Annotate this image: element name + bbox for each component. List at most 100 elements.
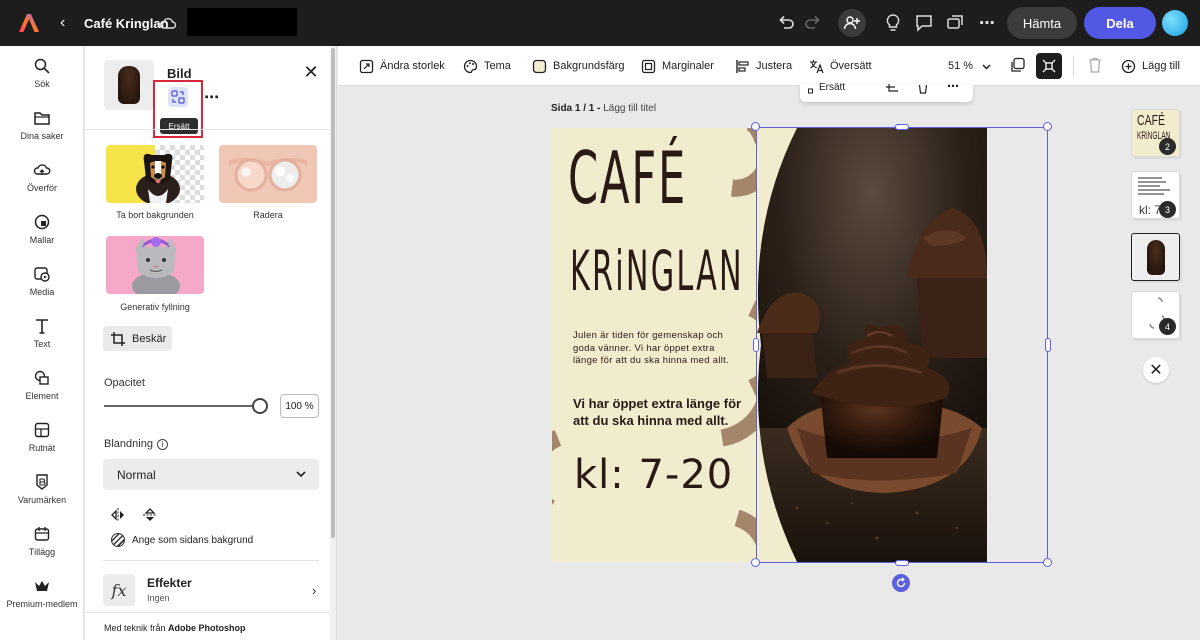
nav-item-grid[interactable]: Rutnät	[0, 421, 84, 471]
context-replace-button[interactable]: Ersätt	[819, 82, 845, 93]
blend-mode-select[interactable]: Normal	[103, 459, 319, 490]
resize-button[interactable]: Ändra storlek	[359, 57, 445, 75]
dog-image	[136, 153, 180, 203]
zoom-level[interactable]: 51 %	[948, 60, 973, 72]
more-options-icon[interactable]: ⋯	[976, 12, 998, 34]
left-navigation: Sök Dina saker Överför Mallar Media Text…	[0, 46, 84, 640]
sunglasses-image	[228, 158, 308, 192]
effects-title[interactable]: Effekter	[147, 576, 192, 590]
poster-title-line-1[interactable]: CAFÉ	[568, 138, 687, 218]
chevron-right-icon[interactable]: ›	[312, 583, 316, 598]
info-icon[interactable]: i	[157, 439, 168, 450]
resize-handle-left[interactable]	[753, 338, 759, 352]
nav-item-premium[interactable]: Premium-medlem	[0, 577, 84, 627]
divider	[85, 129, 337, 130]
present-icon[interactable]	[944, 12, 966, 34]
layers-icon[interactable]	[1010, 57, 1026, 73]
trash-icon[interactable]	[918, 84, 928, 94]
text-lines-graphic	[1138, 177, 1170, 195]
arrange-icon	[1042, 59, 1056, 73]
download-button[interactable]: Hämta	[1007, 7, 1077, 39]
chevron-down-icon[interactable]	[981, 61, 992, 72]
redo-icon[interactable]	[802, 12, 824, 34]
effects-icon[interactable]: fx	[103, 574, 135, 606]
user-avatar[interactable]	[1162, 10, 1188, 36]
translate-button[interactable]: Översätt	[809, 57, 872, 75]
resize-handle-top-right[interactable]	[1043, 122, 1052, 131]
page-label[interactable]: Sida 1 / 1 - Lägg till titel	[551, 103, 656, 114]
powered-by-note: Med teknik från Adobe Photoshop	[104, 623, 246, 633]
close-icon[interactable]: ✕	[303, 63, 319, 81]
more-options-icon[interactable]: ⋯	[204, 88, 220, 106]
replace-button[interactable]	[168, 87, 188, 107]
resize-handle-bottom[interactable]	[895, 560, 909, 566]
rotate-icon	[896, 577, 906, 588]
poster-opening-hours[interactable]: kl: 7-20	[574, 451, 733, 499]
erase-action[interactable]	[219, 145, 317, 203]
translate-icon	[810, 59, 824, 73]
remove-background-action[interactable]	[106, 145, 204, 203]
nav-label: Sök	[34, 79, 50, 89]
more-options-icon[interactable]: ⋯	[947, 79, 959, 93]
share-button[interactable]: Dela	[1084, 7, 1156, 39]
rotate-handle[interactable]	[892, 574, 910, 592]
arrange-button[interactable]	[1036, 53, 1062, 79]
divider	[103, 560, 319, 561]
background-color-button[interactable]: Bakgrundsfärg	[532, 57, 625, 75]
nav-item-upload[interactable]: Överför	[0, 161, 84, 211]
document-title[interactable]: Café Kringlan	[84, 16, 169, 31]
cat-image	[132, 237, 180, 294]
close-pages-panel-button[interactable]: ✕	[1143, 357, 1169, 383]
back-chevron-icon[interactable]: ‹	[60, 13, 72, 33]
page-number-badge: 2	[1159, 138, 1176, 155]
poster-body-text[interactable]: Julen är tiden för gemenskap och goda vä…	[573, 330, 733, 368]
generative-fill-action[interactable]	[106, 236, 204, 294]
nav-item-addons[interactable]: Tillägg	[0, 525, 84, 575]
margins-button[interactable]: Marginaler	[641, 57, 714, 75]
quick-action-label: Radera	[253, 210, 283, 220]
replace-icon[interactable]	[808, 85, 817, 94]
nav-item-your-stuff[interactable]: Dina saker	[0, 109, 84, 159]
nav-item-brands[interactable]: Varumärken	[0, 473, 84, 523]
poster-highlight-text[interactable]: Vi har öppet extra länge för att du ska …	[573, 396, 753, 429]
theme-button[interactable]: Tema	[463, 57, 511, 75]
panel-scrollbar-thumb[interactable]	[331, 48, 335, 538]
flip-horizontal-icon[interactable]	[110, 507, 126, 523]
resize-handle-bottom-right[interactable]	[1043, 558, 1052, 567]
opacity-slider-track[interactable]	[104, 405, 260, 407]
comment-icon[interactable]	[913, 12, 935, 34]
crop-icon	[111, 331, 125, 346]
resize-handle-bottom-left[interactable]	[751, 558, 760, 567]
opacity-slider-thumb[interactable]	[252, 398, 268, 414]
resize-handle-right[interactable]	[1045, 338, 1051, 352]
nav-item-media[interactable]: Media	[0, 265, 84, 315]
align-button[interactable]: Justera	[735, 57, 792, 75]
cupcake-photo[interactable]	[757, 128, 987, 562]
crop-button[interactable]: Beskär	[103, 326, 172, 351]
nav-item-templates[interactable]: Mallar	[0, 213, 84, 263]
poster-title-line-2[interactable]: KRiNGLAN	[570, 236, 744, 306]
flip-vertical-icon[interactable]	[142, 507, 158, 523]
adobe-express-logo[interactable]	[18, 12, 40, 34]
opacity-input[interactable]: 100 %	[280, 394, 319, 418]
resize-handle-top[interactable]	[895, 124, 909, 130]
set-background-icon[interactable]	[111, 533, 125, 547]
blend-mode-value: Normal	[117, 467, 156, 482]
nav-item-elements[interactable]: Element	[0, 369, 84, 419]
theme-label: Tema	[484, 60, 511, 72]
page-thumbnail-current[interactable]	[1131, 233, 1180, 281]
effects-value: Ingen	[147, 593, 170, 603]
resize-handle-top-left[interactable]	[751, 122, 760, 131]
nav-item-search[interactable]: Sök	[0, 57, 84, 107]
trash-icon[interactable]	[1088, 57, 1102, 73]
set-as-background-link[interactable]: Ange som sidans bakgrund	[132, 535, 253, 546]
top-bar: ‹ Café Kringlan ⋯ Hämta Dela	[0, 0, 1200, 46]
crop-icon[interactable]	[886, 84, 898, 94]
lightbulb-icon[interactable]	[882, 12, 904, 34]
resize-label: Ändra storlek	[380, 60, 445, 72]
undo-icon[interactable]	[775, 12, 797, 34]
add-page-button[interactable]: Lägg till	[1121, 57, 1180, 75]
chevron-down-icon	[296, 471, 306, 478]
invite-collaborator-button[interactable]	[838, 9, 866, 37]
nav-item-text[interactable]: Text	[0, 317, 84, 367]
